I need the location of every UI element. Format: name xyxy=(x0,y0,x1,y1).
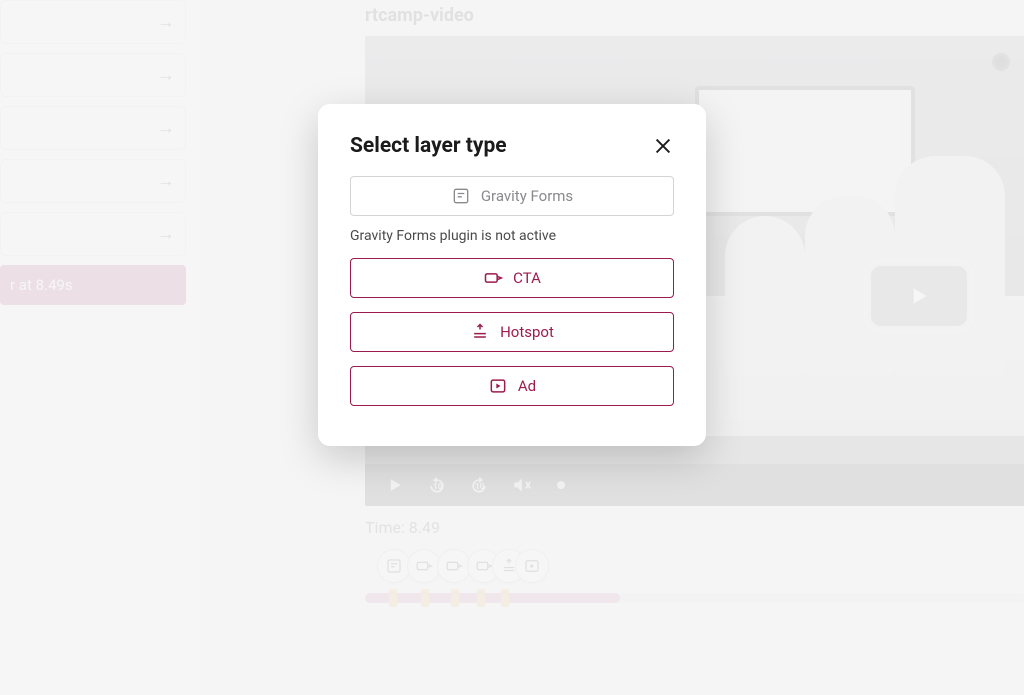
close-button[interactable] xyxy=(652,135,674,157)
cta-icon xyxy=(483,268,503,288)
layer-option-ad[interactable]: Ad xyxy=(350,366,674,406)
ad-icon xyxy=(488,376,508,396)
close-icon xyxy=(652,135,674,157)
modal-title: Select layer type xyxy=(350,134,507,158)
select-layer-modal: Select layer type Gravity Forms Gravity … xyxy=(318,104,706,446)
layer-option-gravity-forms: Gravity Forms xyxy=(350,176,674,216)
modal-overlay[interactable]: Select layer type Gravity Forms Gravity … xyxy=(0,0,1024,695)
gravity-forms-hint: Gravity Forms plugin is not active xyxy=(350,228,674,244)
layer-option-cta[interactable]: CTA xyxy=(350,258,674,298)
form-icon xyxy=(451,186,471,206)
layer-option-hotspot[interactable]: Hotspot xyxy=(350,312,674,352)
hotspot-icon xyxy=(470,322,490,342)
